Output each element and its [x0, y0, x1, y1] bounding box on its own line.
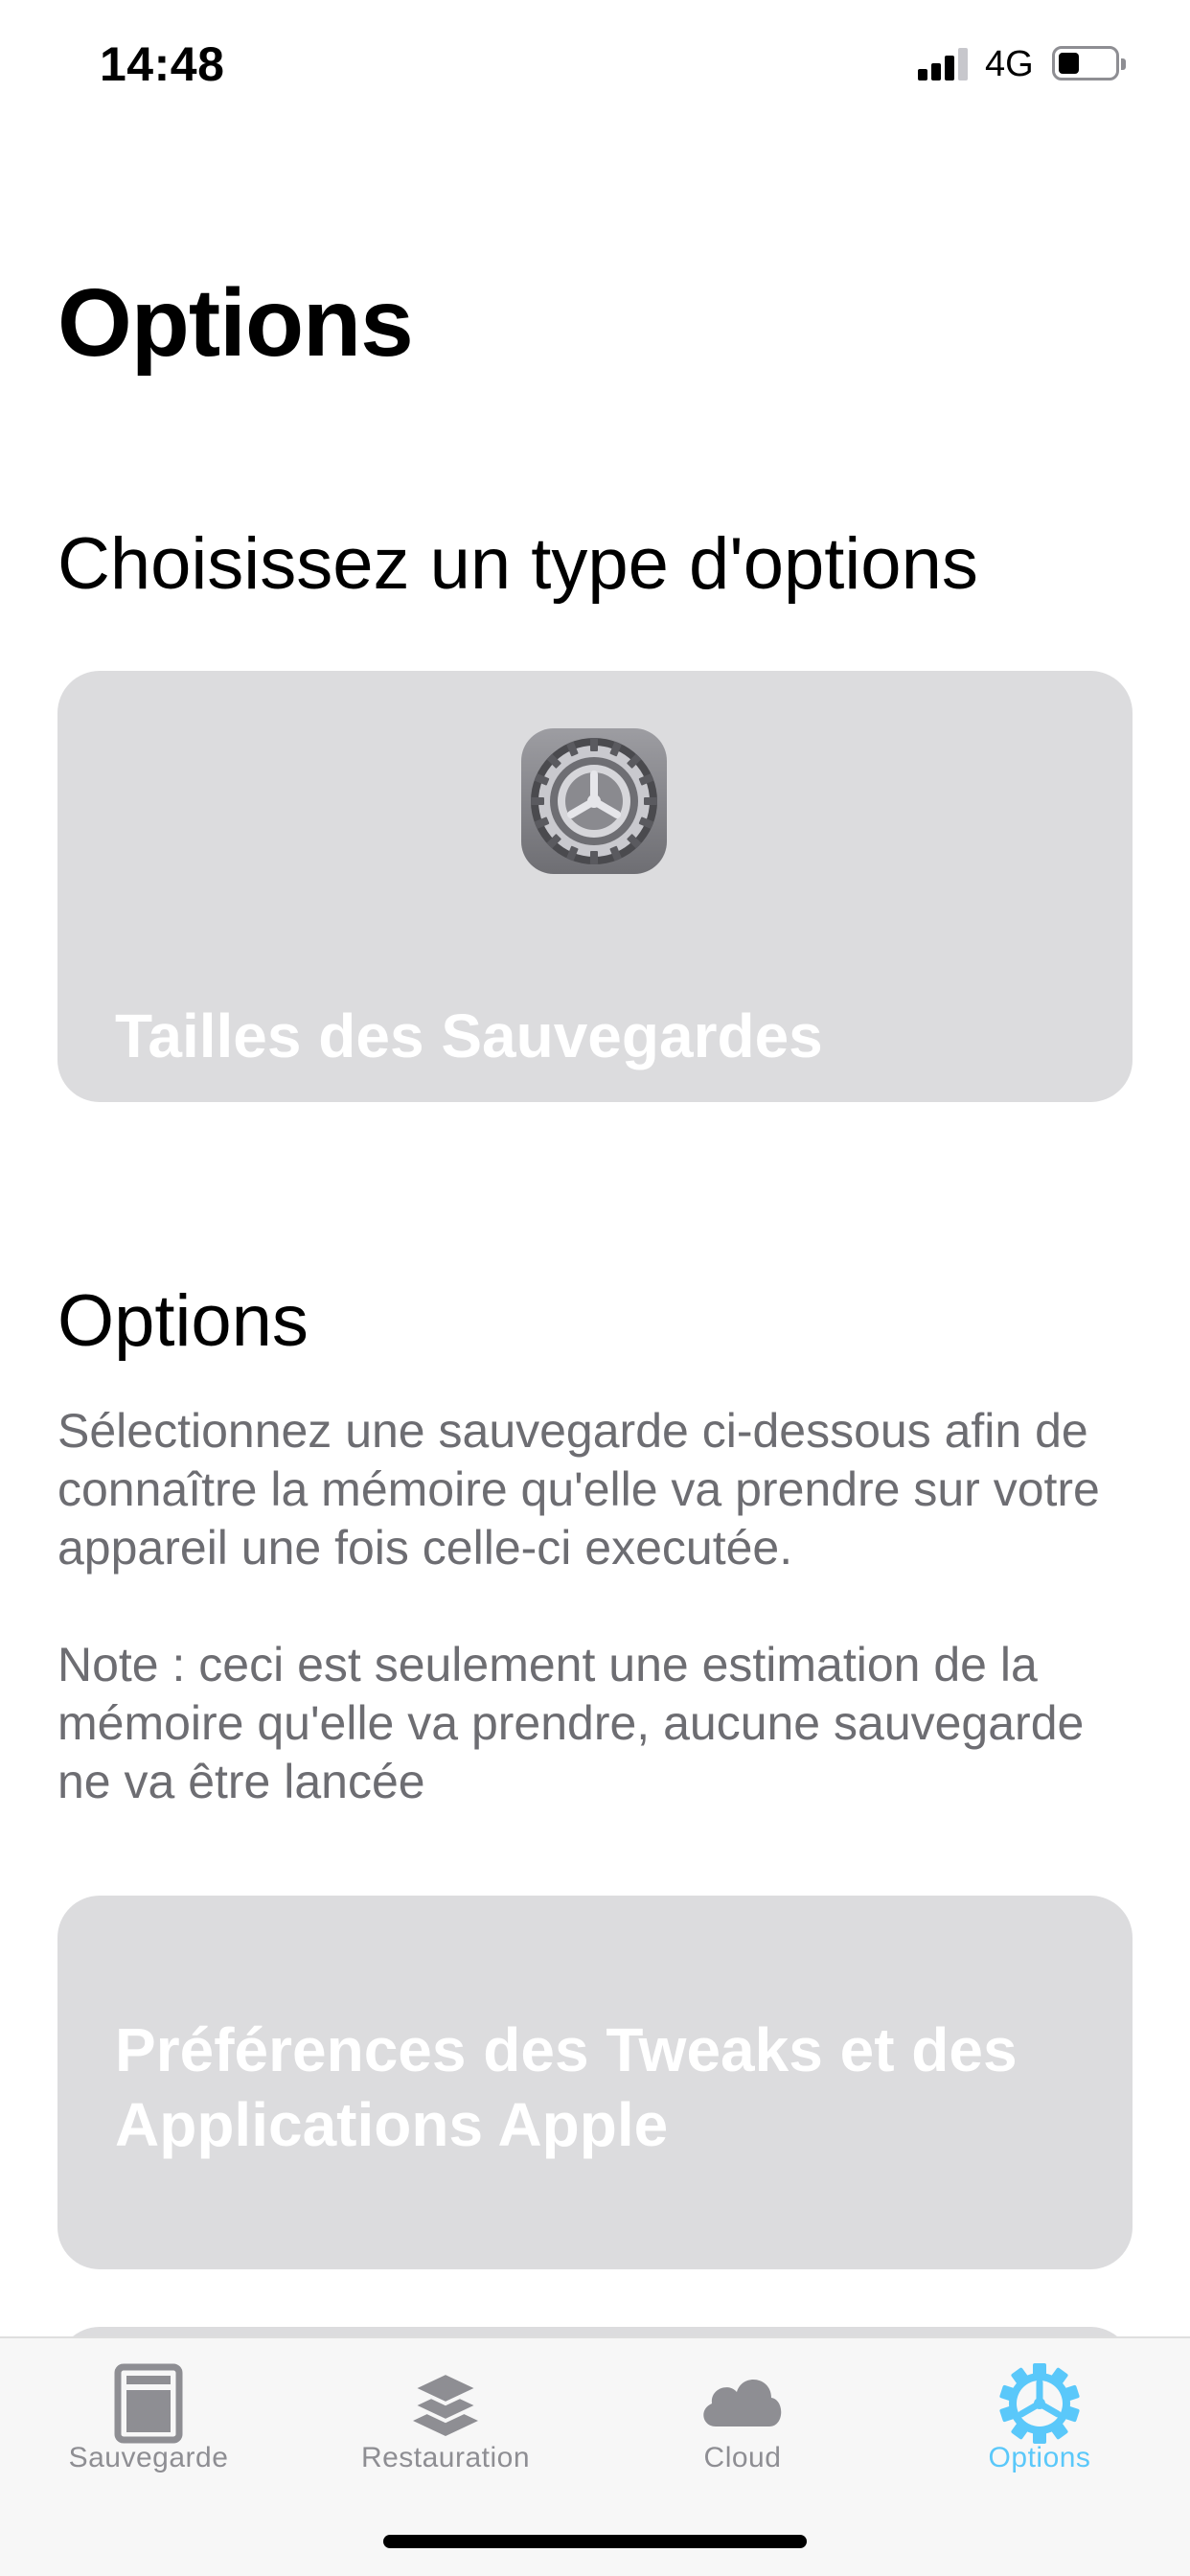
- section-heading-choose: Choisissez un type d'options: [57, 523, 978, 605]
- tab-options[interactable]: Options: [891, 2338, 1188, 2501]
- settings-gear-icon: [521, 728, 667, 874]
- battery-icon: [1052, 46, 1126, 80]
- tweaks-preferences-label: Préférences des Tweaks et des Applicatio…: [115, 2015, 1018, 2159]
- status-bar: 14:48 4G: [0, 0, 1190, 126]
- cellular-signal-icon: [918, 48, 970, 80]
- tab-label: Options: [988, 2442, 1091, 2473]
- page-title: Options: [57, 269, 414, 377]
- tab-label: Sauvegarde: [68, 2442, 229, 2473]
- status-time: 14:48: [100, 37, 225, 91]
- gear-icon: [992, 2356, 1087, 2451]
- options-description: Sélectionnez une sauvegarde ci-dessous a…: [57, 1404, 1100, 1575]
- tab-restauration[interactable]: Restauration: [297, 2338, 594, 2501]
- tab-label: Restauration: [360, 2442, 531, 2473]
- home-indicator: [383, 2535, 807, 2548]
- backup-icon: [101, 2356, 196, 2451]
- backup-sizes-label: Tailles des Sauvegardes: [115, 1001, 823, 1070]
- layers-icon: [398, 2356, 493, 2451]
- options-note: Note : ceci est seulement une estimation…: [57, 1638, 1085, 1808]
- network-type: 4G: [985, 44, 1034, 84]
- cloud-icon: [695, 2356, 790, 2451]
- tweaks-preferences-card[interactable]: Préférences des Tweaks et des Applicatio…: [57, 1896, 1133, 2269]
- tab-label: Cloud: [703, 2442, 782, 2473]
- tab-sauvegarde[interactable]: Sauvegarde: [0, 2338, 297, 2501]
- section-heading-options: Options: [57, 1280, 309, 1362]
- tab-cloud[interactable]: Cloud: [594, 2338, 891, 2501]
- backup-sizes-card[interactable]: Tailles des Sauvegardes: [57, 671, 1133, 1102]
